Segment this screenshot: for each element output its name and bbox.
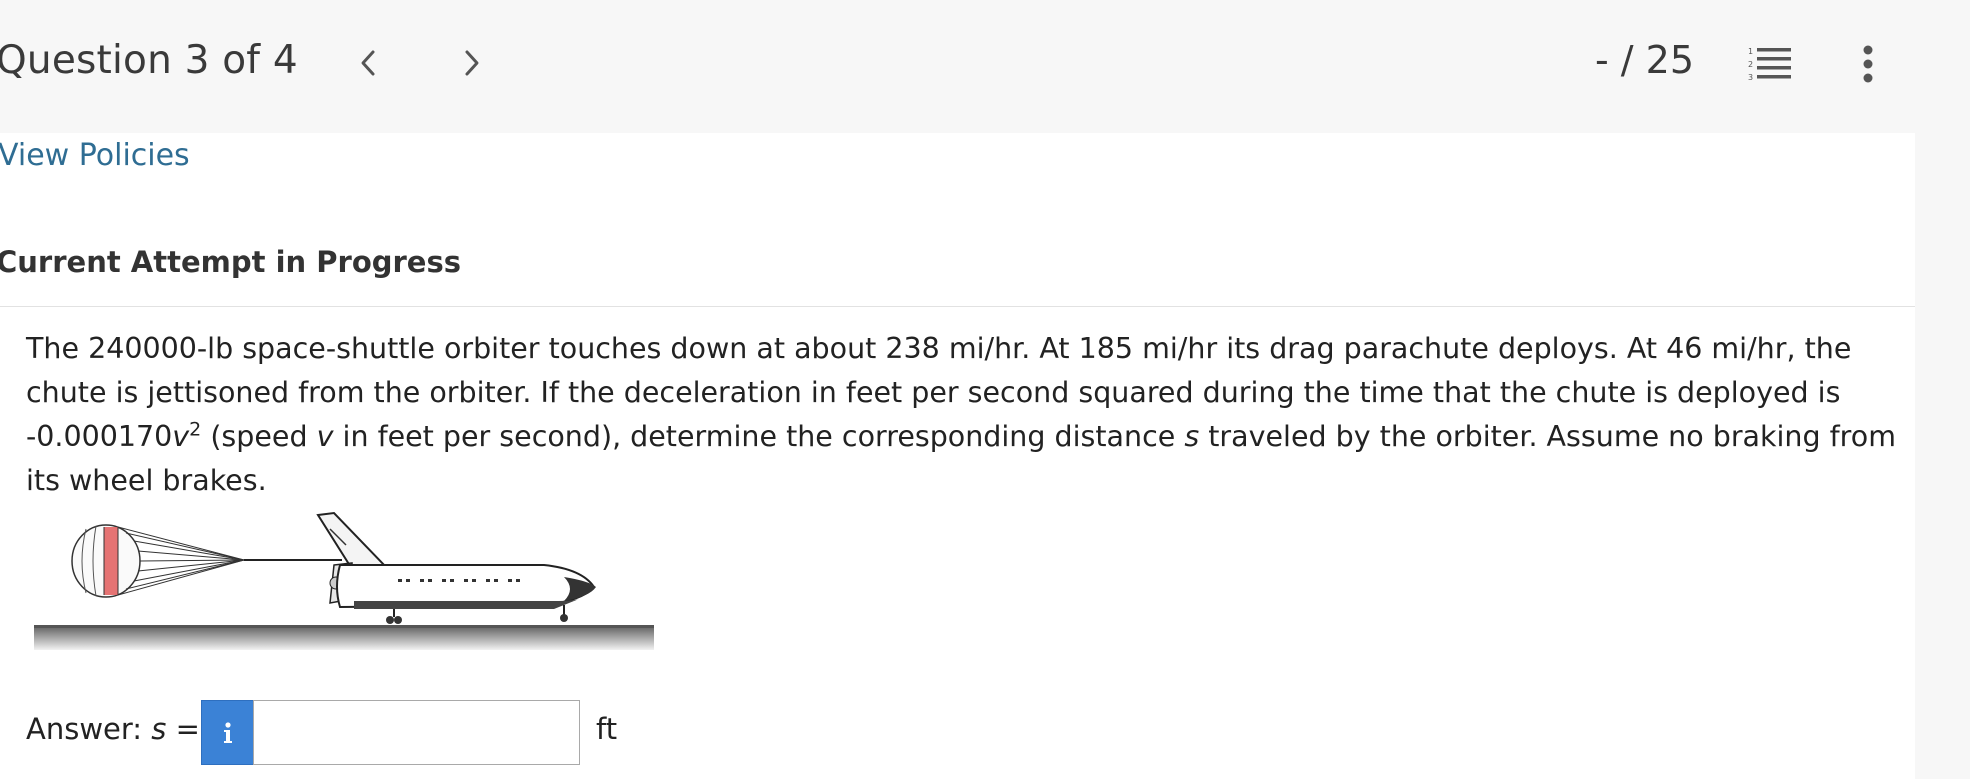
- var-v-2: v: [316, 420, 334, 453]
- score-display: - / 25: [1595, 38, 1695, 82]
- svg-text:3: 3: [1748, 73, 1753, 82]
- previous-question-button[interactable]: [348, 38, 388, 88]
- divider: [0, 306, 1915, 307]
- attempt-heading: Current Attempt in Progress: [0, 245, 461, 279]
- answer-label-var: s: [151, 712, 167, 746]
- question-body-2: (speed: [210, 420, 317, 453]
- answer-input[interactable]: [253, 700, 580, 765]
- exponent: 2: [189, 418, 202, 441]
- question-text: The 240000-lb space-shuttle orbiter touc…: [26, 327, 1906, 503]
- right-gutter: [1915, 0, 1970, 779]
- view-policies-link[interactable]: View Policies: [0, 138, 190, 173]
- svg-text:2: 2: [1748, 60, 1753, 69]
- answer-label-suffix: =: [166, 712, 200, 746]
- chevron-left-icon: [361, 50, 375, 76]
- chevron-right-icon: [465, 50, 479, 76]
- question-body-3: in feet per second), determine the corre…: [333, 420, 1185, 453]
- shuttle-parachute-figure: [34, 511, 654, 650]
- var-v: v: [172, 420, 190, 453]
- top-bar: Question 3 of 4 - / 25 1 2 3: [0, 0, 1915, 133]
- svg-text:1: 1: [1748, 47, 1753, 56]
- question-counter: Question 3 of 4: [0, 38, 298, 83]
- var-s: s: [1184, 420, 1200, 453]
- kebab-menu-icon[interactable]: [1854, 44, 1882, 86]
- info-button[interactable]: [201, 700, 254, 765]
- next-question-button[interactable]: [452, 38, 492, 88]
- info-icon: [223, 721, 232, 743]
- answer-label-prefix: Answer:: [26, 712, 152, 746]
- numbered-list-icon[interactable]: 1 2 3: [1748, 45, 1792, 83]
- unit-label: ft: [596, 712, 618, 746]
- answer-label: Answer: s =: [26, 712, 200, 746]
